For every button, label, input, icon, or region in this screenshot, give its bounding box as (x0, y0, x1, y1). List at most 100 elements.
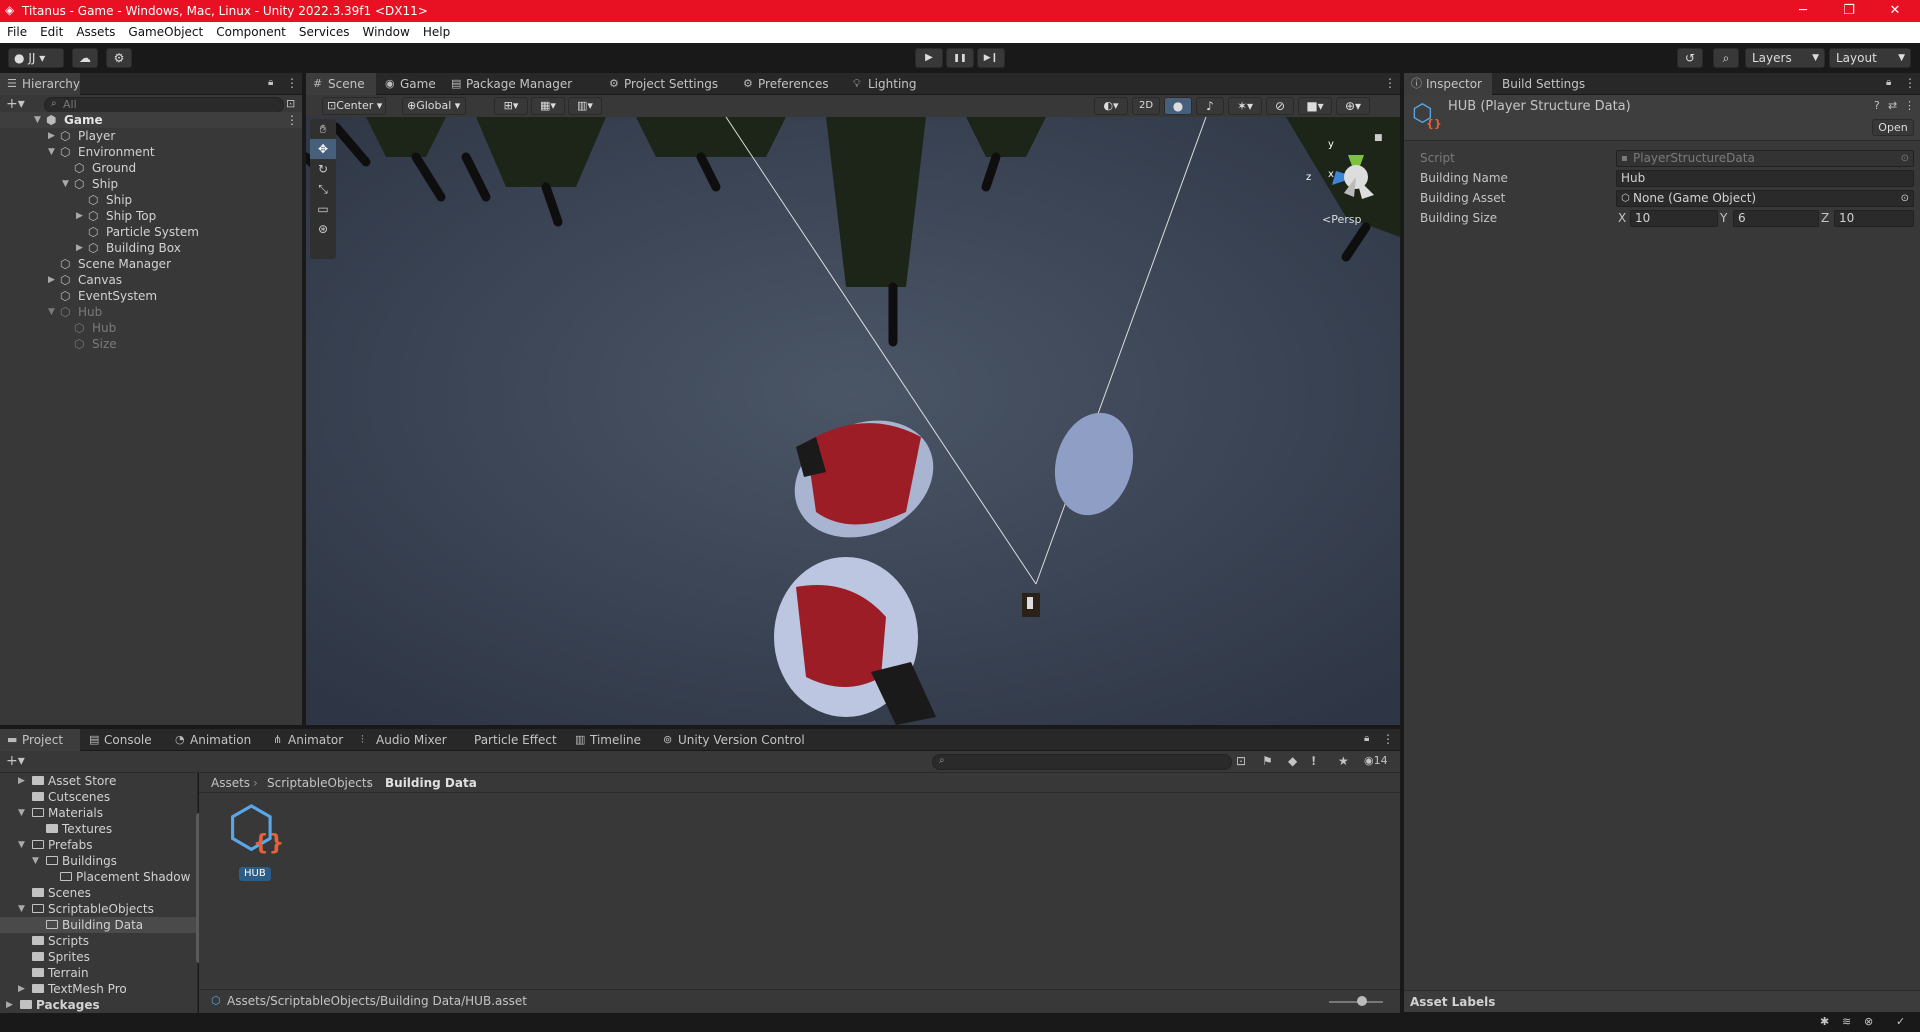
tab-preferences[interactable]: ⚙ Preferences (736, 73, 837, 95)
scale-tool-icon[interactable]: ⤡ (310, 179, 336, 199)
expand-icon[interactable]: ▶ (6, 997, 13, 1013)
hierarchy-item-hub-child[interactable]: ⬡ Hub (0, 320, 302, 336)
cloud-button[interactable]: ☁ (72, 48, 98, 68)
hand-tool-icon[interactable]: ✋︎ (310, 119, 336, 139)
hierarchy-search-input[interactable]: ⌕ All (44, 97, 284, 113)
increment-snap-button[interactable]: ▥▾ (568, 97, 602, 115)
expand-icon[interactable]: ▼ (48, 304, 55, 320)
building-name-field[interactable]: Hub (1616, 170, 1914, 187)
tree-item-scripts[interactable]: Scripts (0, 933, 196, 949)
tree-item-textures[interactable]: Textures (0, 821, 196, 837)
menu-window[interactable]: Window (356, 22, 416, 39)
menu-file[interactable]: File (0, 22, 33, 39)
target-icon[interactable]: ⊙ (1901, 151, 1909, 166)
asset-labels-section[interactable]: Asset Labels (1404, 990, 1920, 1012)
grid-visibility-button[interactable]: ▦▾ (531, 97, 565, 115)
menu-assets[interactable]: Assets (69, 22, 121, 39)
tab-audio-mixer[interactable]: ⫶ Audio Mixer (354, 729, 455, 751)
breadcrumb-scriptableobjects[interactable]: ScriptableObjects (267, 776, 373, 790)
tab-animation[interactable]: ◔ Animation (168, 729, 259, 751)
search-button[interactable]: ⌕ (1713, 48, 1739, 68)
search-by-type-icon[interactable]: ⊡ (1236, 754, 1246, 768)
database-icon[interactable]: ≋ (1842, 1015, 1851, 1028)
preset-icon[interactable]: ⇄ (1888, 99, 1897, 112)
shading-mode-button[interactable]: ◐▾ (1094, 97, 1128, 115)
expand-icon[interactable]: ▼ (62, 176, 69, 192)
project-search-input[interactable]: ⌕ (932, 754, 1232, 770)
size-y-field[interactable]: 6 (1733, 210, 1819, 227)
layers-dropdown[interactable]: Layers ▼ (1745, 48, 1825, 68)
tag-icon[interactable]: ◆ (1288, 754, 1297, 768)
breadcrumb-building-data[interactable]: Building Data (385, 776, 477, 790)
audio-toggle[interactable]: ♪ (1196, 97, 1224, 115)
warning-icon[interactable]: ❗︎ (1312, 754, 1315, 769)
icon-size-slider[interactable] (1329, 1001, 1383, 1003)
gizmos-button[interactable]: ⊕▾ (1336, 97, 1370, 115)
tab-lighting[interactable]: 💡︎ Lighting (846, 73, 925, 95)
scene-viewport[interactable]: ✋︎ ✥ ↻ ⤡ ▭ ⊛ y x z ■ <Persp (306, 117, 1400, 725)
tab-package-manager[interactable]: ▤ Package Manager (444, 73, 580, 95)
more-icon[interactable]: ⋮ (1904, 99, 1915, 112)
maximize-button[interactable]: ❐ (1826, 0, 1872, 22)
collapse-icon[interactable]: ▼ (18, 805, 25, 821)
hierarchy-item-ground[interactable]: ⬡ Ground (0, 160, 302, 176)
hierarchy-item-canvas[interactable]: ▶ ⬡ Canvas (0, 272, 302, 288)
transform-tool-icon[interactable]: ⊛ (310, 219, 336, 239)
asset-hub[interactable]: ⬡ {} HUB (227, 795, 287, 881)
hierarchy-item-building-box[interactable]: ▶ ⬡ Building Box (0, 240, 302, 256)
tree-item-scriptableobjects[interactable]: ▼ ScriptableObjects (0, 901, 196, 917)
collapse-icon[interactable]: ▼ (32, 853, 39, 869)
hierarchy-item-size[interactable]: ⬡ Size (0, 336, 302, 352)
grid-snap-button[interactable]: ⊞▾ (494, 97, 528, 115)
hierarchy-item-hub[interactable]: ▼ ⬡ Hub (0, 304, 302, 320)
menu-gameobject[interactable]: GameObject (121, 22, 209, 39)
more-icon[interactable]: ⋮ (1384, 76, 1396, 90)
menu-services[interactable]: Services (292, 22, 356, 39)
pause-button[interactable]: ❚❚ (946, 48, 974, 68)
hidden-packages-toggle[interactable]: ◉14 (1364, 754, 1388, 767)
lock-icon[interactable]: 🔒︎ (268, 77, 273, 88)
lock-icon[interactable]: 🔒︎ (1364, 733, 1369, 744)
tab-animator[interactable]: ⋔ Animator (266, 729, 351, 751)
more-icon[interactable]: ⋮ (286, 112, 298, 128)
account-button[interactable]: ● JJ ▾ (8, 48, 64, 68)
tab-hierarchy[interactable]: ☰ Hierarchy (0, 73, 80, 95)
hidden-objects-toggle[interactable]: ⊘ (1266, 97, 1294, 115)
rotate-tool-icon[interactable]: ↻ (310, 159, 336, 179)
lighting-toggle[interactable]: ● (1164, 97, 1192, 115)
play-button[interactable]: ▶ (915, 48, 943, 68)
filter-label-icon[interactable]: ⚑ (1262, 754, 1273, 768)
layout-dropdown[interactable]: Layout ▼ (1829, 48, 1911, 68)
tab-project-settings[interactable]: ⚙ Project Settings (602, 73, 726, 95)
add-icon[interactable]: +▾ (6, 96, 25, 112)
network-icon[interactable]: ⊗ (1864, 1015, 1873, 1028)
space-dropdown[interactable]: ⊕Global ▾ (402, 97, 466, 115)
filter-icon[interactable]: ⊡ (286, 97, 295, 110)
tab-timeline[interactable]: ▥ Timeline (568, 729, 649, 751)
menu-help[interactable]: Help (416, 22, 456, 39)
tab-scene[interactable]: # Scene (306, 73, 376, 95)
hierarchy-item-ship-top[interactable]: ▶ ⬡ Ship Top (0, 208, 302, 224)
expand-icon[interactable]: ▶ (76, 240, 83, 256)
hierarchy-item-particle-system[interactable]: ⬡ Particle System (0, 224, 302, 240)
collapse-icon[interactable]: ▼ (18, 901, 25, 917)
tab-console[interactable]: ▤ Console (82, 729, 160, 751)
minimize-button[interactable]: ─ (1780, 0, 1826, 22)
panel-divider[interactable] (302, 73, 306, 725)
add-icon[interactable]: +▾ (6, 753, 25, 769)
collab-button[interactable]: ⚙ (106, 48, 132, 68)
tab-version-control[interactable]: ⊚ Unity Version Control (656, 729, 813, 751)
menu-component[interactable]: Component (209, 22, 292, 39)
tab-inspector[interactable]: ⓘ Inspector (1404, 73, 1492, 95)
2d-toggle[interactable]: 2D (1132, 97, 1160, 115)
tree-item-sprites[interactable]: Sprites (0, 949, 196, 965)
close-button[interactable]: ✕ (1872, 0, 1918, 22)
hierarchy-item-ship[interactable]: ▼ ⬡ Ship (0, 176, 302, 192)
tree-item-placement-shadow[interactable]: Placement Shadow (0, 869, 196, 885)
tree-item-scenes[interactable]: Scenes (0, 885, 196, 901)
more-icon[interactable]: ⋮ (1904, 76, 1916, 90)
step-button[interactable]: ▶❙ (977, 48, 1005, 68)
expand-icon[interactable]: ▶ (48, 272, 55, 288)
tree-item-packages[interactable]: ▶ Packages (0, 997, 196, 1013)
expand-icon[interactable]: ▶ (48, 128, 55, 144)
